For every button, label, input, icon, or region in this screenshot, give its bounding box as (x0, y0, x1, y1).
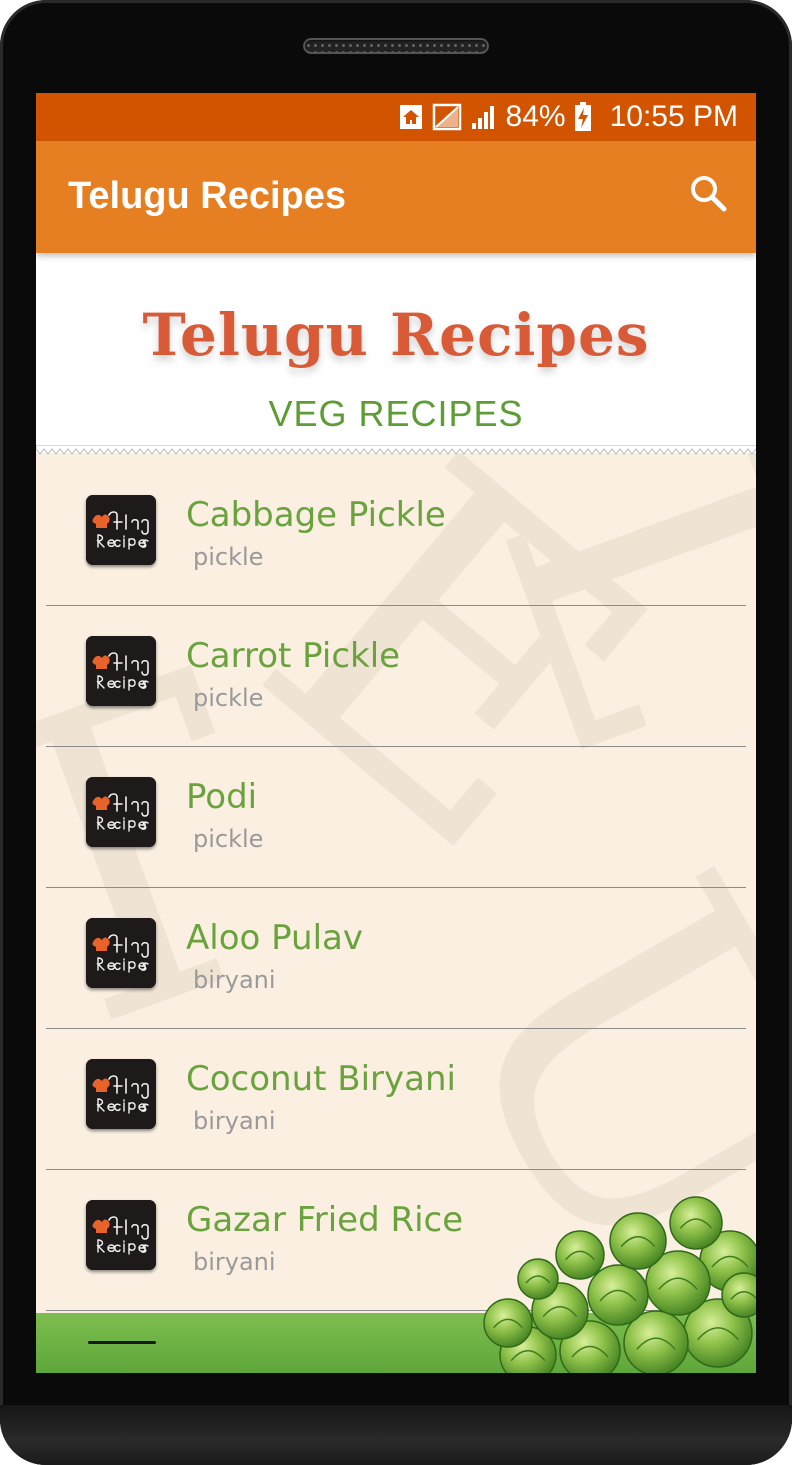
search-button[interactable] (684, 171, 732, 219)
recipe-thumbnail (86, 636, 156, 706)
app-screen: 84% 10:55 PM Telugu Recipes T E L U Telu… (36, 93, 756, 1373)
banner-title: Telugu Recipes (142, 301, 650, 369)
earpiece-speaker (303, 38, 489, 54)
no-sim-icon (432, 103, 462, 131)
recipe-thumbnail (86, 1059, 156, 1129)
recipe-category: pickle (193, 684, 264, 712)
next-item-edge (88, 1341, 156, 1344)
recipe-category: biryani (193, 966, 276, 994)
banner-subtitle: VEG RECIPES (268, 393, 524, 434)
recipe-category: biryani (193, 1107, 276, 1135)
list-item[interactable]: Cabbage Pickle pickle (36, 465, 756, 606)
phone-bottom-bezel (0, 1405, 792, 1465)
brussels-sprouts-image (483, 1196, 756, 1373)
banner-zigzag-edge (36, 445, 756, 455)
list-item[interactable]: Aloo Pulav biryani (36, 888, 756, 1029)
signal-icon (470, 103, 498, 131)
battery-percent: 84% (505, 100, 566, 133)
phone-frame: 84% 10:55 PM Telugu Recipes T E L U Telu… (0, 0, 792, 1465)
recipe-category: pickle (193, 543, 264, 571)
recipe-thumbnail (86, 918, 156, 988)
battery-charging-icon (574, 102, 592, 132)
recipe-thumbnail (86, 1200, 156, 1270)
recipe-title: Carrot Pickle (186, 636, 401, 676)
clock: 10:55 PM (609, 100, 738, 133)
recipe-title: Cabbage Pickle (186, 495, 446, 535)
recipe-title: Podi (186, 777, 258, 817)
search-icon (689, 174, 727, 217)
recipe-category: biryani (193, 1248, 276, 1276)
recipe-title: Gazar Fried Rice (186, 1200, 464, 1240)
recipe-thumbnail (86, 777, 156, 847)
status-bar: 84% 10:55 PM (36, 93, 756, 141)
recipe-title: Aloo Pulav (186, 918, 363, 958)
list-item[interactable]: Podi pickle (36, 747, 756, 888)
app-bar: Telugu Recipes (36, 141, 756, 253)
recipe-category: pickle (193, 825, 264, 853)
header-banner: Telugu Recipes VEG RECIPES (36, 253, 756, 453)
recipe-thumbnail (86, 495, 156, 565)
list-item[interactable]: Coconut Biryani biryani (36, 1029, 756, 1170)
recipe-title: Coconut Biryani (186, 1059, 456, 1099)
list-item[interactable]: Carrot Pickle pickle (36, 606, 756, 747)
home-icon (398, 103, 424, 131)
app-title: Telugu Recipes (68, 175, 347, 217)
